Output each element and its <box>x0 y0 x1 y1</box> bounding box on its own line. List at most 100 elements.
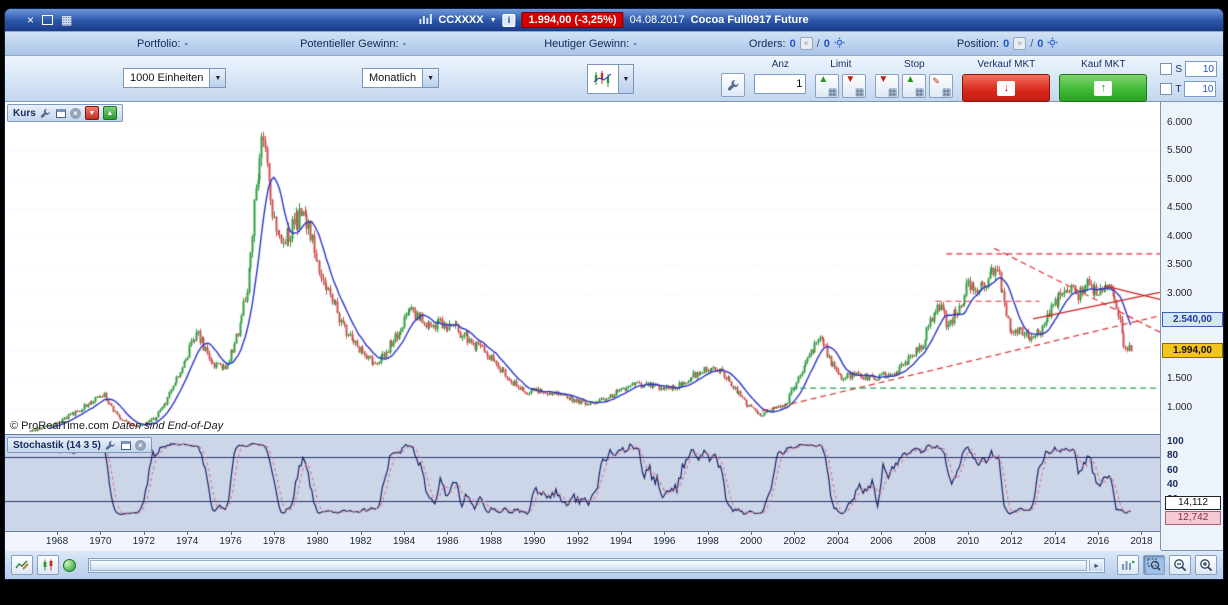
sell-market-button[interactable]: ↓ <box>962 74 1050 102</box>
close-window-icon[interactable]: × <box>27 14 34 26</box>
sell-market-column: Verkauf MKT ↓ <box>962 59 1050 102</box>
scrollbar-thumb[interactable] <box>90 560 1087 571</box>
sell-arrow-icon: ↓ <box>997 81 1015 96</box>
units-select-arrow-icon[interactable]: ▼ <box>209 69 225 87</box>
timeframe-select[interactable]: Monatlich ▼ <box>362 68 439 88</box>
timeline-tick <box>187 532 188 535</box>
buy-limit-button[interactable]: ▲▦ <box>815 74 839 98</box>
timeframe-select-arrow-icon[interactable]: ▼ <box>422 69 438 87</box>
target-checkbox[interactable] <box>1160 83 1172 95</box>
position-settings-icon[interactable] <box>1047 37 1058 51</box>
price-panel-title: Kurs <box>13 108 36 119</box>
chart-scrollbar[interactable]: ▸ <box>88 558 1105 573</box>
zoom-in-button[interactable] <box>1195 555 1217 575</box>
sell-market-label: Verkauf MKT <box>977 59 1035 71</box>
stop-checkbox[interactable] <box>1160 63 1172 75</box>
timeline-year-label: 2002 <box>780 536 808 547</box>
copyright-text: © ProRealTime.com <box>10 420 109 432</box>
timeline-tick <box>968 532 969 535</box>
timeframe-select-value: Monatlich <box>363 72 422 84</box>
panel-window-icon[interactable] <box>56 109 66 118</box>
timeline-year-label: 1996 <box>650 536 678 547</box>
sell-stop-button[interactable]: ▼▦ <box>875 74 899 98</box>
timeline-year-label: 1990 <box>520 536 548 547</box>
right-axis[interactable]: 1.0001.5003.0003.5004.0004.5005.0005.500… <box>1160 102 1224 550</box>
portfolio-value: - <box>184 38 188 50</box>
orders-count-2: 0 <box>824 38 830 50</box>
orders-settings-icon[interactable] <box>834 37 845 51</box>
buy-market-button[interactable]: ↑ <box>1059 74 1147 102</box>
stochastic-panel-tab[interactable]: Stochastik (14 3 5) × <box>7 437 152 453</box>
panel-move-up-icon[interactable]: ▲ <box>103 106 117 120</box>
scrollbar-right-arrow[interactable]: ▸ <box>1089 560 1103 571</box>
timeline-tick <box>794 532 795 535</box>
panel-close-icon[interactable]: × <box>135 440 146 451</box>
symbol-dropdown-icon[interactable]: ▼ <box>490 17 497 24</box>
instrument-info-icon[interactable]: i <box>503 14 516 27</box>
timeline-year-label: 1980 <box>303 536 331 547</box>
price-chart-canvas[interactable] <box>5 102 1161 434</box>
chart-type-button[interactable]: ▼ <box>587 64 634 94</box>
timeline-year-label: 1982 <box>347 536 375 547</box>
quantity-label: Anz <box>772 59 789 71</box>
zoom-selection-button[interactable] <box>1143 555 1165 575</box>
price-axis-label: 3.500 <box>1167 259 1192 271</box>
stochastic-panel: Stochastik (14 3 5) × <box>5 434 1161 531</box>
panel-close-icon[interactable]: × <box>70 108 81 119</box>
timeline-tick <box>447 532 448 535</box>
stop-value-input[interactable] <box>1185 61 1217 77</box>
price-panel-tab[interactable]: Kurs × ▼ ▲ <box>7 104 123 122</box>
stoch-k-value: 14,112 <box>1165 496 1221 510</box>
sell-limit-button[interactable]: ▼▦ <box>842 74 866 98</box>
target-value-input[interactable] <box>1184 81 1216 97</box>
panel-move-down-icon[interactable]: ▼ <box>85 106 99 120</box>
panel-wrench-icon[interactable] <box>105 439 117 451</box>
down-arrow-icon: ▼ <box>845 74 855 85</box>
cancel-orders-icon[interactable]: × <box>800 37 813 50</box>
pencil-icon: ✎ <box>932 76 940 87</box>
time-axis[interactable]: 1968197019721974197619781980198219841986… <box>5 531 1161 551</box>
price-marker-yellow: 1.994,00 <box>1162 343 1223 358</box>
buy-stop-button[interactable]: ▲▦ <box>902 74 926 98</box>
units-select[interactable]: 1000 Einheiten ▼ <box>123 68 226 88</box>
restore-window-icon[interactable] <box>42 15 53 25</box>
buy-market-label: Kauf MKT <box>1081 59 1125 71</box>
symbol-label[interactable]: CCXXXX <box>438 14 483 26</box>
zoom-out-button[interactable] <box>1169 555 1191 575</box>
stochastic-canvas[interactable] <box>5 435 1161 531</box>
timeline-tick <box>621 532 622 535</box>
price-axis-label: 3.000 <box>1167 288 1192 300</box>
timeline-year-label: 1978 <box>260 536 288 547</box>
zoom-all-button[interactable] <box>1117 555 1139 575</box>
chart-type-arrow-icon[interactable]: ▼ <box>618 65 633 93</box>
today-gain-label: Heutiger Gewinn: <box>544 38 629 50</box>
grid-layout-icon[interactable]: ▦ <box>61 14 72 26</box>
stop-row: S <box>1160 61 1217 77</box>
stoch-axis-label: 60 <box>1167 465 1178 477</box>
trading-panel: Anz Limit ▲▦ ▼▦ Stop ▼▦ ▲▦ ✎▦ Verkauf M <box>721 59 1217 102</box>
timeline-tick <box>231 532 232 535</box>
timeline-year-label: 1968 <box>43 536 71 547</box>
timeline-tick <box>1011 532 1012 535</box>
orders-count: 0 <box>790 38 796 50</box>
close-position-icon[interactable]: × <box>1013 37 1026 50</box>
timeline-tick <box>708 532 709 535</box>
quantity-input[interactable] <box>754 74 806 94</box>
quote-date: 04.08.2017 <box>630 14 685 26</box>
timeline-year-label: 1976 <box>217 536 245 547</box>
quantity-column: Anz <box>754 59 806 94</box>
account-info-bar: Portfolio: - Potentieller Gewinn: - Heut… <box>5 31 1223 56</box>
target-row-label: T <box>1175 84 1181 95</box>
bottom-toolbar: ▸ <box>5 550 1223 579</box>
up-arrow-icon: ▲ <box>818 74 828 85</box>
orders-group: Orders: 0 × / 0 <box>749 37 845 51</box>
panel-wrench-icon[interactable] <box>40 107 52 119</box>
drawing-tools-button[interactable] <box>11 555 33 575</box>
edit-stop-button[interactable]: ✎▦ <box>929 74 953 98</box>
chart-type-icon <box>588 65 618 93</box>
candle-display-button[interactable] <box>37 555 59 575</box>
timeline-tick <box>144 532 145 535</box>
panel-window-icon[interactable] <box>121 441 131 450</box>
price-change-badge: 1.994,00 (-3,25%) <box>522 12 624 28</box>
order-settings-button[interactable] <box>721 73 745 97</box>
